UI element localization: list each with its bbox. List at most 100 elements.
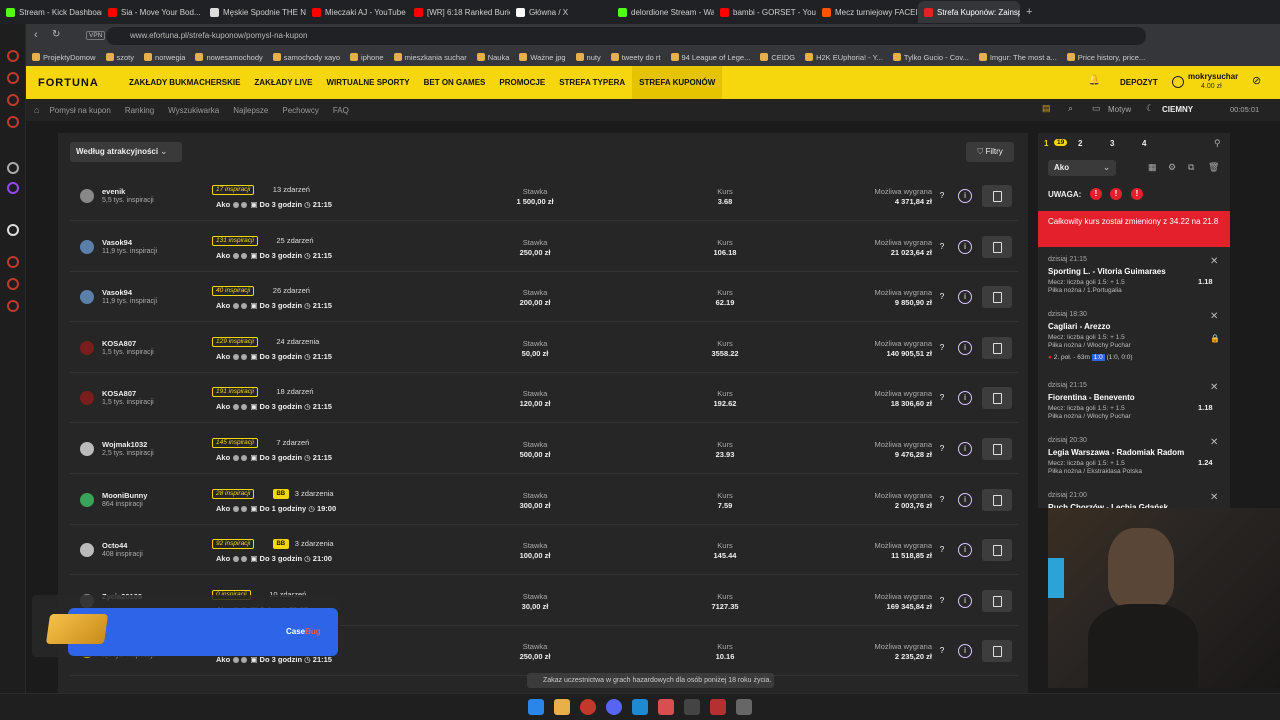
nav-item[interactable]: ZAKŁADY LIVE xyxy=(247,66,319,99)
bookmark[interactable]: iphone xyxy=(350,53,384,62)
copy-coupon-button[interactable] xyxy=(982,185,1012,207)
coupon-row[interactable]: KOSA807 1,5 tys. inspiracji 129 inspiracji… xyxy=(70,324,1018,373)
share-icon[interactable]: ⧉ xyxy=(1188,162,1194,173)
bookmark[interactable]: nowesamochody xyxy=(195,53,263,62)
coupon-icon[interactable]: ▤ xyxy=(1042,103,1051,114)
pin-icon[interactable]: ⚲ xyxy=(1214,138,1221,149)
fortuna-logo[interactable]: FORTUNA xyxy=(38,77,122,89)
info-icon[interactable]: i xyxy=(958,239,972,254)
bell-icon[interactable]: 🔔 xyxy=(1088,75,1100,86)
copy-coupon-button[interactable] xyxy=(982,387,1012,410)
info-icon[interactable]: i xyxy=(958,189,972,203)
subnav-item[interactable]: Wyszukiwarka xyxy=(168,106,219,115)
username[interactable]: Vasok94 xyxy=(102,238,132,247)
help-icon[interactable]: ? xyxy=(936,494,948,506)
coupon-row[interactable]: Vasok94 11,9 tys. inspiracji 40 inspiracji… xyxy=(70,274,1018,323)
theme-toggle[interactable]: CIEMNY xyxy=(1162,105,1193,114)
x-icon[interactable] xyxy=(7,224,19,236)
bookmark[interactable]: nuty xyxy=(575,53,601,62)
browser-tab[interactable]: Strefa Kuponów: Zainspiru... xyxy=(918,1,1020,23)
sidebar-app-icon[interactable] xyxy=(7,278,19,290)
slip-tab-1[interactable]: 1 xyxy=(1044,139,1048,148)
remove-leg-icon[interactable]: ✕ xyxy=(1210,256,1218,267)
avatar[interactable] xyxy=(80,239,94,254)
bookmark[interactable]: norwegia xyxy=(144,53,185,62)
help-icon[interactable]: ? xyxy=(936,645,948,657)
slip-tab-3[interactable]: 3 xyxy=(1110,139,1114,148)
coupon-row[interactable]: Octo44 408 inspiracji 92 inspiracji BB 3 zda… xyxy=(70,527,1018,576)
slip-tab-2[interactable]: 2 xyxy=(1078,139,1082,148)
coupon-row[interactable]: Wojmak1032 2,5 tys. inspiracji 145 inspira… xyxy=(70,426,1018,474)
info-icon[interactable]: i xyxy=(958,543,972,558)
url-input[interactable]: www.efortuna.pl/strefa-kuponow/pomysl-na… xyxy=(106,27,1146,45)
browser-tab[interactable]: [WR] 6:18 Ranked Buried... xyxy=(408,1,510,23)
bookmark[interactable]: CEIDG xyxy=(760,53,795,62)
settings-icon[interactable]: ⚙ xyxy=(1168,162,1176,173)
info-icon[interactable]: i xyxy=(958,644,972,659)
browser-tab[interactable]: delordione Stream - Wat... xyxy=(612,1,714,23)
search-icon[interactable]: ⌕ xyxy=(1068,103,1073,114)
sidebar-app-icon[interactable] xyxy=(7,256,19,268)
username[interactable]: Vasok94 xyxy=(102,288,132,297)
app-icon[interactable] xyxy=(658,699,674,715)
copy-coupon-button[interactable] xyxy=(982,336,1012,359)
nav-item[interactable]: BET ON GAMES xyxy=(417,66,493,99)
back-icon[interactable]: ‹ xyxy=(34,29,38,41)
steam-icon[interactable] xyxy=(684,699,700,715)
nav-item[interactable]: ZAKŁADY BUKMACHERSKIE xyxy=(122,66,247,99)
bookmark[interactable]: Imgur: The most a... xyxy=(978,53,1057,62)
leg-match[interactable]: Fiorentina - Benevento xyxy=(1048,393,1135,402)
bookmark[interactable]: Tylko Gucio - Cov... xyxy=(892,53,969,62)
new-tab-icon[interactable]: + xyxy=(1026,6,1032,18)
username[interactable]: KOSA807 xyxy=(102,389,136,398)
copy-coupon-button[interactable] xyxy=(982,589,1012,612)
sidebar-app-icon[interactable] xyxy=(7,116,19,128)
browser-tab[interactable]: Mecz turniejowy FACEIT... xyxy=(816,1,918,23)
copy-coupon-button[interactable] xyxy=(982,235,1012,258)
bet-type-select[interactable]: Ako ⌄ xyxy=(1048,160,1116,176)
deposit-button[interactable]: DEPOZYT xyxy=(1120,78,1158,87)
username[interactable]: MooniBunny xyxy=(102,491,147,500)
copy-coupon-button[interactable] xyxy=(982,286,1012,309)
settings-icon[interactable] xyxy=(736,699,752,715)
leg-match[interactable]: Sporting L. - Vitoria Guimaraes xyxy=(1048,267,1166,276)
coupon-row[interactable]: MooniBunny 864 inspiracji 28 inspiracji BB 3… xyxy=(70,476,1018,525)
eye-off-icon[interactable]: ⊘ xyxy=(1252,74,1261,87)
copy-coupon-button[interactable] xyxy=(982,438,1012,460)
coupon-row[interactable]: Vasok94 11,9 tys. inspiracji 131 inspiracj… xyxy=(70,223,1018,272)
bookmark[interactable]: H2K EUphoria! - Y... xyxy=(805,53,883,62)
sidebar-app-icon[interactable] xyxy=(7,94,19,106)
info-icon[interactable]: i xyxy=(958,492,972,507)
username[interactable]: Octo44 xyxy=(102,541,127,550)
sidebar-app-icon[interactable] xyxy=(7,50,19,62)
subnav-item[interactable]: Ranking xyxy=(125,106,154,115)
bookmark[interactable]: samochody xayo xyxy=(272,53,340,62)
nav-item[interactable]: STREFA KUPONÓW xyxy=(632,66,723,99)
copy-coupon-button[interactable] xyxy=(982,488,1012,511)
browser-tab[interactable]: Mieczaki AJ - YouTube xyxy=(306,1,408,23)
info-icon[interactable]: i xyxy=(958,290,972,305)
nav-item[interactable]: STREFA TYPERA xyxy=(552,66,632,99)
theme-icon[interactable]: ▭ xyxy=(1092,103,1101,114)
username[interactable]: Wojmak1032 xyxy=(102,440,147,449)
nav-item[interactable]: WIRTUALNE SPORTY xyxy=(320,66,417,99)
info-icon[interactable]: i xyxy=(958,340,972,355)
reload-icon[interactable]: ↻ xyxy=(52,29,60,40)
remove-leg-icon[interactable]: ✕ xyxy=(1210,382,1218,393)
help-icon[interactable]: ? xyxy=(936,595,948,607)
avatar[interactable] xyxy=(80,391,94,406)
avatar[interactable] xyxy=(80,442,94,456)
vpn-badge[interactable]: VPN xyxy=(86,31,106,40)
avatar[interactable] xyxy=(80,189,94,203)
browser-tab[interactable]: Męskie Spodnie THE NO... xyxy=(204,1,306,23)
app-icon[interactable] xyxy=(710,699,726,715)
windows-start-icon[interactable] xyxy=(528,699,544,715)
bookmark[interactable]: Nauka xyxy=(476,53,509,62)
leg-match[interactable]: Cagliari - Arezzo xyxy=(1048,322,1110,331)
coupon-row[interactable]: KOSA807 1,5 tys. inspiracji 191 inspiracji… xyxy=(70,375,1018,424)
help-icon[interactable]: ? xyxy=(936,190,948,202)
sort-dropdown[interactable]: Według atrakcyjności ⌄ xyxy=(70,142,182,162)
bookmark[interactable]: ProjektyDomow xyxy=(32,53,96,62)
bookmark[interactable]: 94 League of Lege... xyxy=(670,53,750,62)
moon-icon[interactable]: ☾ xyxy=(1146,103,1154,114)
